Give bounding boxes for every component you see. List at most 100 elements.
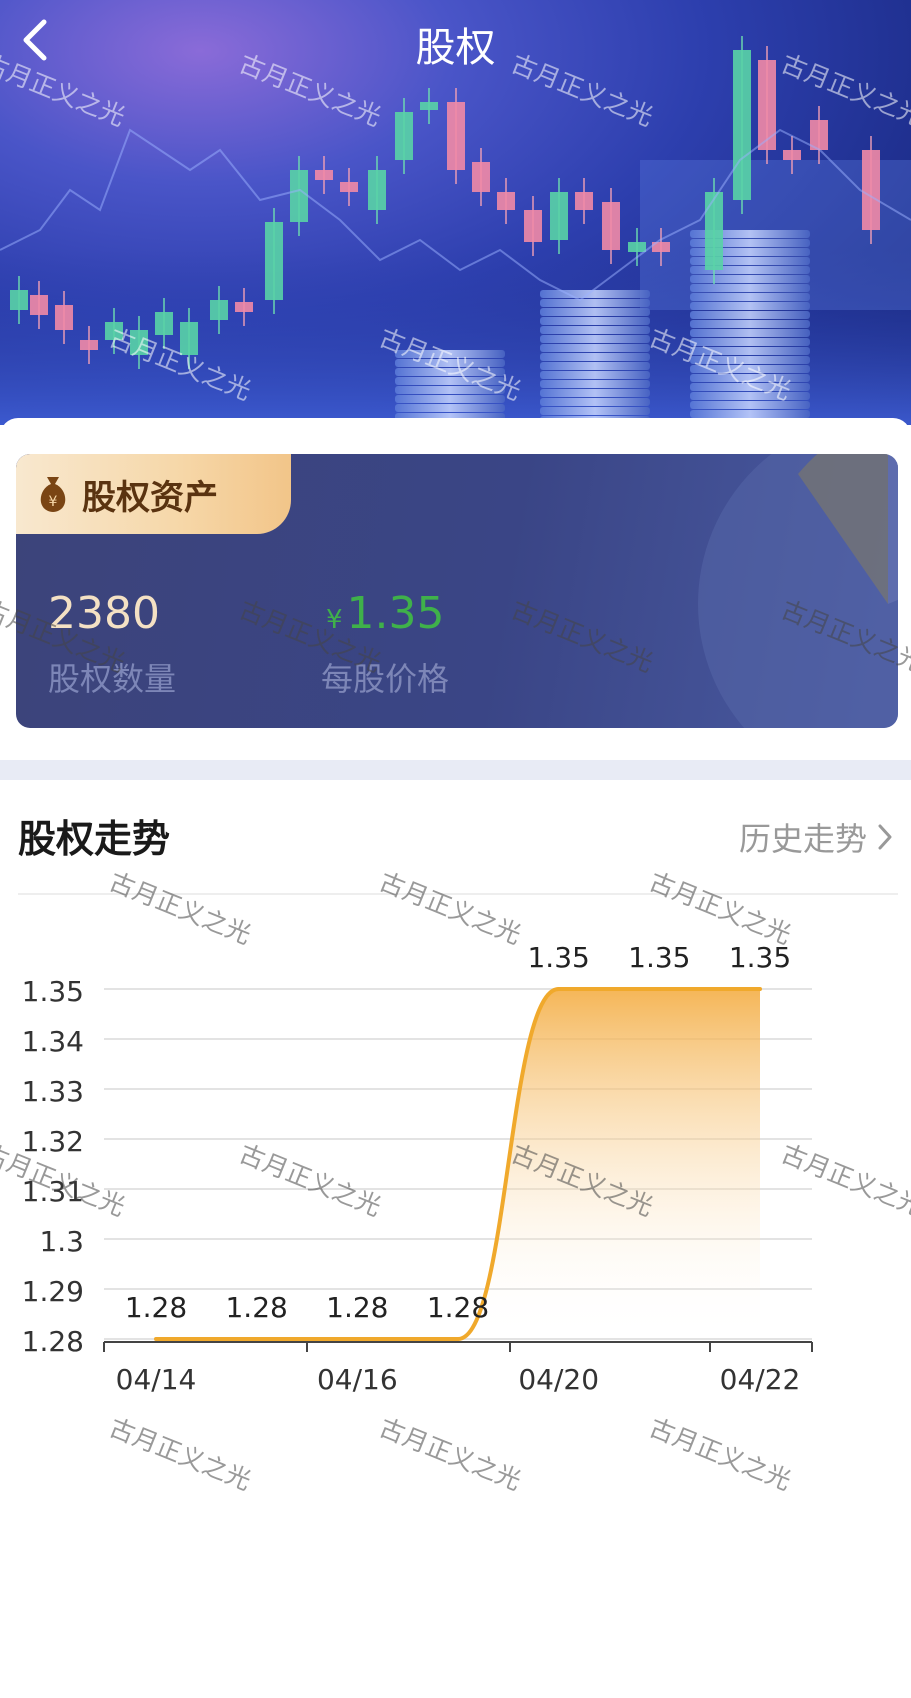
coin (540, 308, 650, 316)
coin (690, 284, 810, 292)
coin (395, 386, 505, 394)
x-tick-label: 04/16 (317, 1363, 398, 1396)
equity-trend-chart: 1.28 1.29 1.3 1.31 1.32 1.33 1.34 1.35 04/14 04/1… (22, 941, 813, 1396)
y-tick-label: 1.3 (39, 1225, 84, 1258)
coin (690, 302, 810, 310)
money-bag-icon: ¥ (40, 477, 66, 512)
coin (540, 299, 650, 307)
coin-stack (540, 290, 650, 424)
candle (497, 192, 515, 210)
coin (540, 344, 650, 352)
chevron-right-icon (878, 824, 892, 850)
x-tick-label: 04/14 (116, 1363, 197, 1396)
quantity-value: 2380 (48, 588, 160, 639)
coin (690, 356, 810, 364)
candle (550, 192, 568, 240)
y-tick-label: 1.35 (22, 975, 84, 1008)
data-point (456, 1337, 460, 1341)
y-tick-label: 1.28 (22, 1325, 84, 1358)
x-tick-label: 04/20 (518, 1363, 599, 1396)
coin (540, 326, 650, 334)
coin (540, 398, 650, 406)
assets-tab-label: 股权资产 (82, 477, 218, 518)
header-banner: 股权 (0, 0, 911, 425)
data-point (254, 1337, 259, 1341)
candle (524, 210, 542, 242)
coin (540, 389, 650, 397)
candle (235, 302, 253, 312)
candle (395, 112, 413, 160)
candle (705, 192, 723, 270)
assets-tab-header: ¥ 股权资产 (16, 454, 291, 534)
candle (180, 322, 198, 355)
coin (540, 290, 650, 298)
page-title: 股权 (415, 25, 496, 71)
coin (395, 350, 505, 358)
data-point (355, 1337, 360, 1341)
price-label: 每股价格 (321, 660, 450, 698)
candle (30, 295, 48, 315)
equity-assets-card: ¥ 股权资产 2380 股权数量 ¥1.35 每股价格 (16, 454, 898, 728)
coin (690, 365, 810, 373)
currency-symbol: ¥ (326, 605, 343, 635)
data-label: 1.35 (628, 941, 690, 974)
candle (783, 150, 801, 160)
coin (690, 275, 810, 283)
data-label: 1.28 (125, 1291, 187, 1324)
candle (472, 162, 490, 192)
coin (395, 404, 505, 412)
coin-stack (395, 350, 505, 425)
pie-decoration (698, 454, 898, 728)
quantity-label: 股权数量 (48, 660, 177, 698)
history-trend-label: 历史走势 (738, 820, 867, 858)
coin (540, 362, 650, 370)
data-point (657, 987, 662, 991)
candle (290, 170, 308, 222)
coin (395, 368, 505, 376)
coin (540, 335, 650, 343)
data-label: 1.28 (225, 1291, 287, 1324)
coin (540, 317, 650, 325)
coin (690, 338, 810, 346)
data-point (556, 987, 561, 991)
watermark-text: 古月正义之光 (645, 1412, 796, 1496)
coin (690, 293, 810, 301)
series-area (156, 989, 760, 1339)
y-tick-label: 1.33 (22, 1075, 84, 1108)
candle (575, 192, 593, 210)
coin (540, 407, 650, 415)
coin (690, 311, 810, 319)
data-point (758, 987, 762, 991)
svg-text:¥: ¥ (49, 494, 58, 510)
history-trend-link[interactable]: 历史走势 (739, 814, 893, 860)
y-tick-label: 1.31 (22, 1175, 84, 1208)
y-tick-label: 1.34 (22, 1025, 84, 1058)
trend-title: 股权走势 (18, 817, 171, 861)
section-divider (0, 760, 911, 780)
candle (862, 150, 880, 230)
trend-header-divider (18, 893, 898, 895)
coin (395, 395, 505, 403)
coin (395, 359, 505, 367)
coin (690, 410, 810, 418)
y-tick-label: 1.32 (22, 1125, 84, 1158)
coin (690, 401, 810, 409)
coin (690, 347, 810, 355)
candle (210, 300, 228, 320)
data-label: 1.28 (326, 1291, 388, 1324)
candle (155, 312, 173, 335)
x-tick-label: 04/22 (720, 1363, 801, 1396)
data-point (154, 1337, 158, 1341)
price-value-group: ¥1.35 (326, 588, 445, 639)
candle (10, 290, 28, 310)
watermark-text: 古月正义之光 (375, 1412, 526, 1496)
coin (540, 380, 650, 388)
candle (105, 322, 123, 340)
candle (602, 202, 620, 250)
data-label: 1.35 (729, 941, 791, 974)
coin (540, 353, 650, 361)
coin (395, 377, 505, 385)
candle (80, 340, 98, 350)
coin (690, 320, 810, 328)
candle (130, 330, 148, 355)
